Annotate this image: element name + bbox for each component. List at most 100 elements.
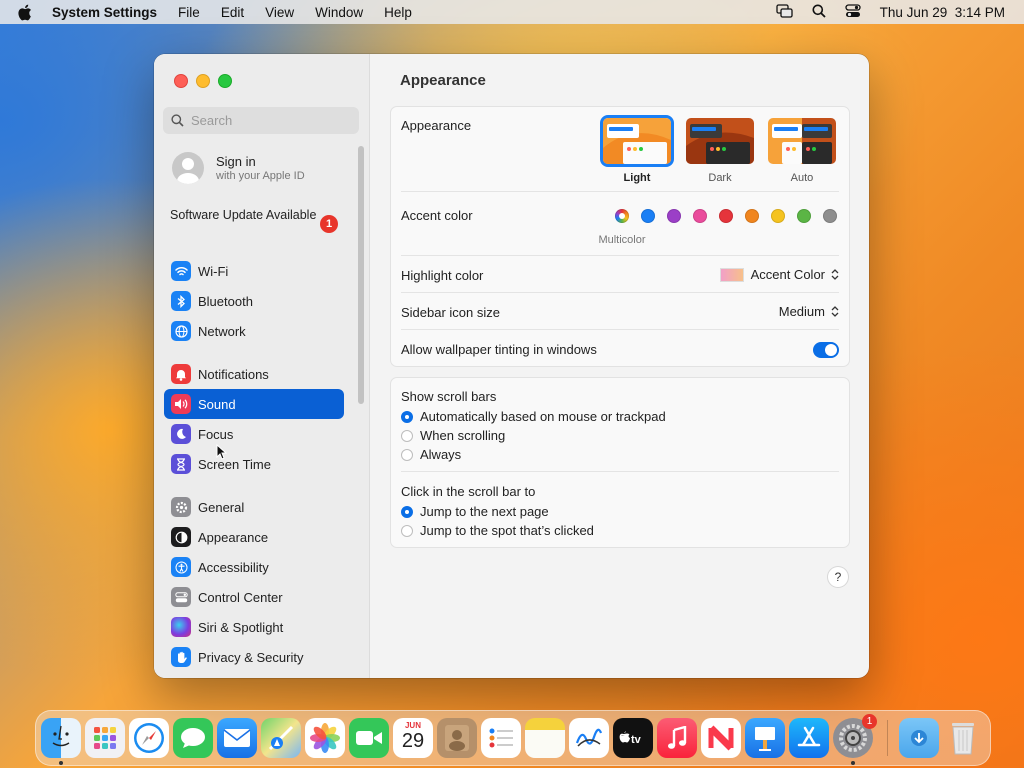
sidebar-item-control-center[interactable]: Control Center [164,582,344,612]
wallpaper-tinting-toggle[interactable] [813,342,839,358]
appearance-card: Appearance Light Dark Auto Accent color [390,106,850,367]
accent-purple-swatch[interactable] [667,209,681,223]
appearance-auto-option[interactable] [768,118,836,164]
bluetooth-icon [171,291,191,311]
maps-icon[interactable] [261,718,301,758]
siri-icon [171,617,191,637]
accent-caption: Multicolor [598,234,646,246]
contacts-icon[interactable] [437,718,477,758]
sidebar-item-network[interactable]: Network [164,316,344,346]
accent-green-swatch[interactable] [797,209,811,223]
menu-window[interactable]: Window [315,5,363,20]
software-update-item[interactable]: Software Update Available [170,207,340,223]
mail-icon[interactable] [217,718,257,758]
scroll-when-scrolling-radio[interactable]: When scrolling [401,428,505,443]
reminders-icon[interactable] [481,718,521,758]
settings-running-dot [851,761,855,765]
minimize-button[interactable] [196,74,210,88]
notes-icon[interactable] [525,718,565,758]
scroll-always-radio[interactable]: Always [401,447,461,462]
calendar-icon[interactable]: JUN 29 [393,718,433,758]
sidebar-item-label: Screen Time [198,456,271,472]
menu-file[interactable]: File [178,5,200,20]
apple-menu-icon[interactable] [17,4,37,21]
keynote-icon[interactable] [745,718,785,758]
accent-multicolor-swatch[interactable] [615,209,629,223]
sidebar-icon-size-popup[interactable]: Medium [779,304,839,319]
radio-label: Jump to the next page [420,504,549,519]
sidebar-item-label: Siri & Spotlight [198,619,284,635]
appearance-dark-option[interactable] [686,118,754,164]
facetime-icon[interactable] [349,718,389,758]
sidebar-item-appearance[interactable]: Appearance [164,522,344,552]
menu-clock[interactable]: Thu Jun 29 3:14 PM [880,5,1005,20]
sidebar-item-label: Privacy & Security [198,649,304,665]
accent-yellow-swatch[interactable] [771,209,785,223]
downloads-folder-icon[interactable] [899,718,939,758]
menu-view[interactable]: View [265,5,294,20]
safari-icon[interactable] [129,718,169,758]
sidebar-item-label: Wi-Fi [198,263,229,279]
accent-red-swatch[interactable] [719,209,733,223]
radio-selected [401,505,413,518]
accent-blue-swatch[interactable] [641,209,655,223]
bell-icon [171,364,191,384]
appearance-icon [171,527,191,547]
radio-label: Jump to the spot that’s clicked [420,523,594,538]
menu-help[interactable]: Help [384,5,412,20]
sidebar-scrollbar[interactable] [358,146,364,404]
avatar [172,152,204,184]
menu-app-name[interactable]: System Settings [52,5,157,20]
appearance-label: Appearance [401,118,472,133]
search-field[interactable]: Search [163,107,359,134]
menu-edit[interactable]: Edit [221,5,244,20]
news-icon[interactable] [701,718,741,758]
speaker-icon [171,394,191,414]
finder-icon[interactable] [41,718,81,758]
screen-mirroring-icon[interactable] [776,3,793,21]
moon-icon [171,424,191,444]
search-placeholder: Search [191,113,233,128]
sidebar-icon-size-label: Sidebar icon size [401,305,500,320]
radio-label: Always [420,447,462,462]
sidebar-item-focus[interactable]: Focus [164,419,344,449]
control-center-icon[interactable] [845,3,861,21]
highlight-color-value: Accent Color [750,267,825,282]
sidebar-item-wifi[interactable]: Wi-Fi [164,256,344,286]
sidebar-item-bluetooth[interactable]: Bluetooth [164,286,344,316]
jump-next-page-radio[interactable]: Jump to the next page [401,504,549,519]
appearance-light-option[interactable] [603,118,671,164]
appearance-auto-label: Auto [790,172,814,184]
sidebar-item-sound[interactable]: Sound [164,389,344,419]
accent-pink-swatch[interactable] [693,209,707,223]
help-button[interactable]: ? [828,567,848,587]
sidebar-item-accessibility[interactable]: Accessibility [164,552,344,582]
messages-icon[interactable] [173,718,213,758]
sidebar-item-notifications[interactable]: Notifications [164,359,344,389]
apple-id-signin[interactable]: Sign in with your Apple ID [172,152,305,184]
sidebar-item-siri-spotlight[interactable]: Siri & Spotlight [164,612,344,642]
zoom-button[interactable] [218,74,232,88]
signin-title: Sign in [216,154,256,169]
sidebar-item-general[interactable]: General [164,492,344,522]
accent-graphite-swatch[interactable] [823,209,837,223]
sidebar-icon-size-value: Medium [778,304,825,319]
search-icon[interactable] [812,4,826,21]
hand-icon [171,647,191,667]
wallpaper-tinting-label: Allow wallpaper tinting in windows [401,342,597,357]
photos-icon[interactable] [305,718,345,758]
radio-label: Automatically based on mouse or trackpad [420,409,666,424]
accent-orange-swatch[interactable] [745,209,759,223]
highlight-color-popup[interactable]: Accent Color [719,267,839,282]
music-icon[interactable] [657,718,697,758]
close-button[interactable] [174,74,188,88]
scroll-auto-radio[interactable]: Automatically based on mouse or trackpad [401,409,666,424]
trash-icon[interactable] [943,718,983,758]
sidebar-item-privacy-security[interactable]: Privacy & Security [164,642,344,672]
launchpad-icon[interactable] [85,718,125,758]
tv-icon[interactable]: tv [613,718,653,758]
app-store-icon[interactable] [789,718,829,758]
sidebar-item-screen-time[interactable]: Screen Time [164,449,344,479]
jump-to-spot-radio[interactable]: Jump to the spot that’s clicked [401,523,594,538]
freeform-icon[interactable] [569,718,609,758]
